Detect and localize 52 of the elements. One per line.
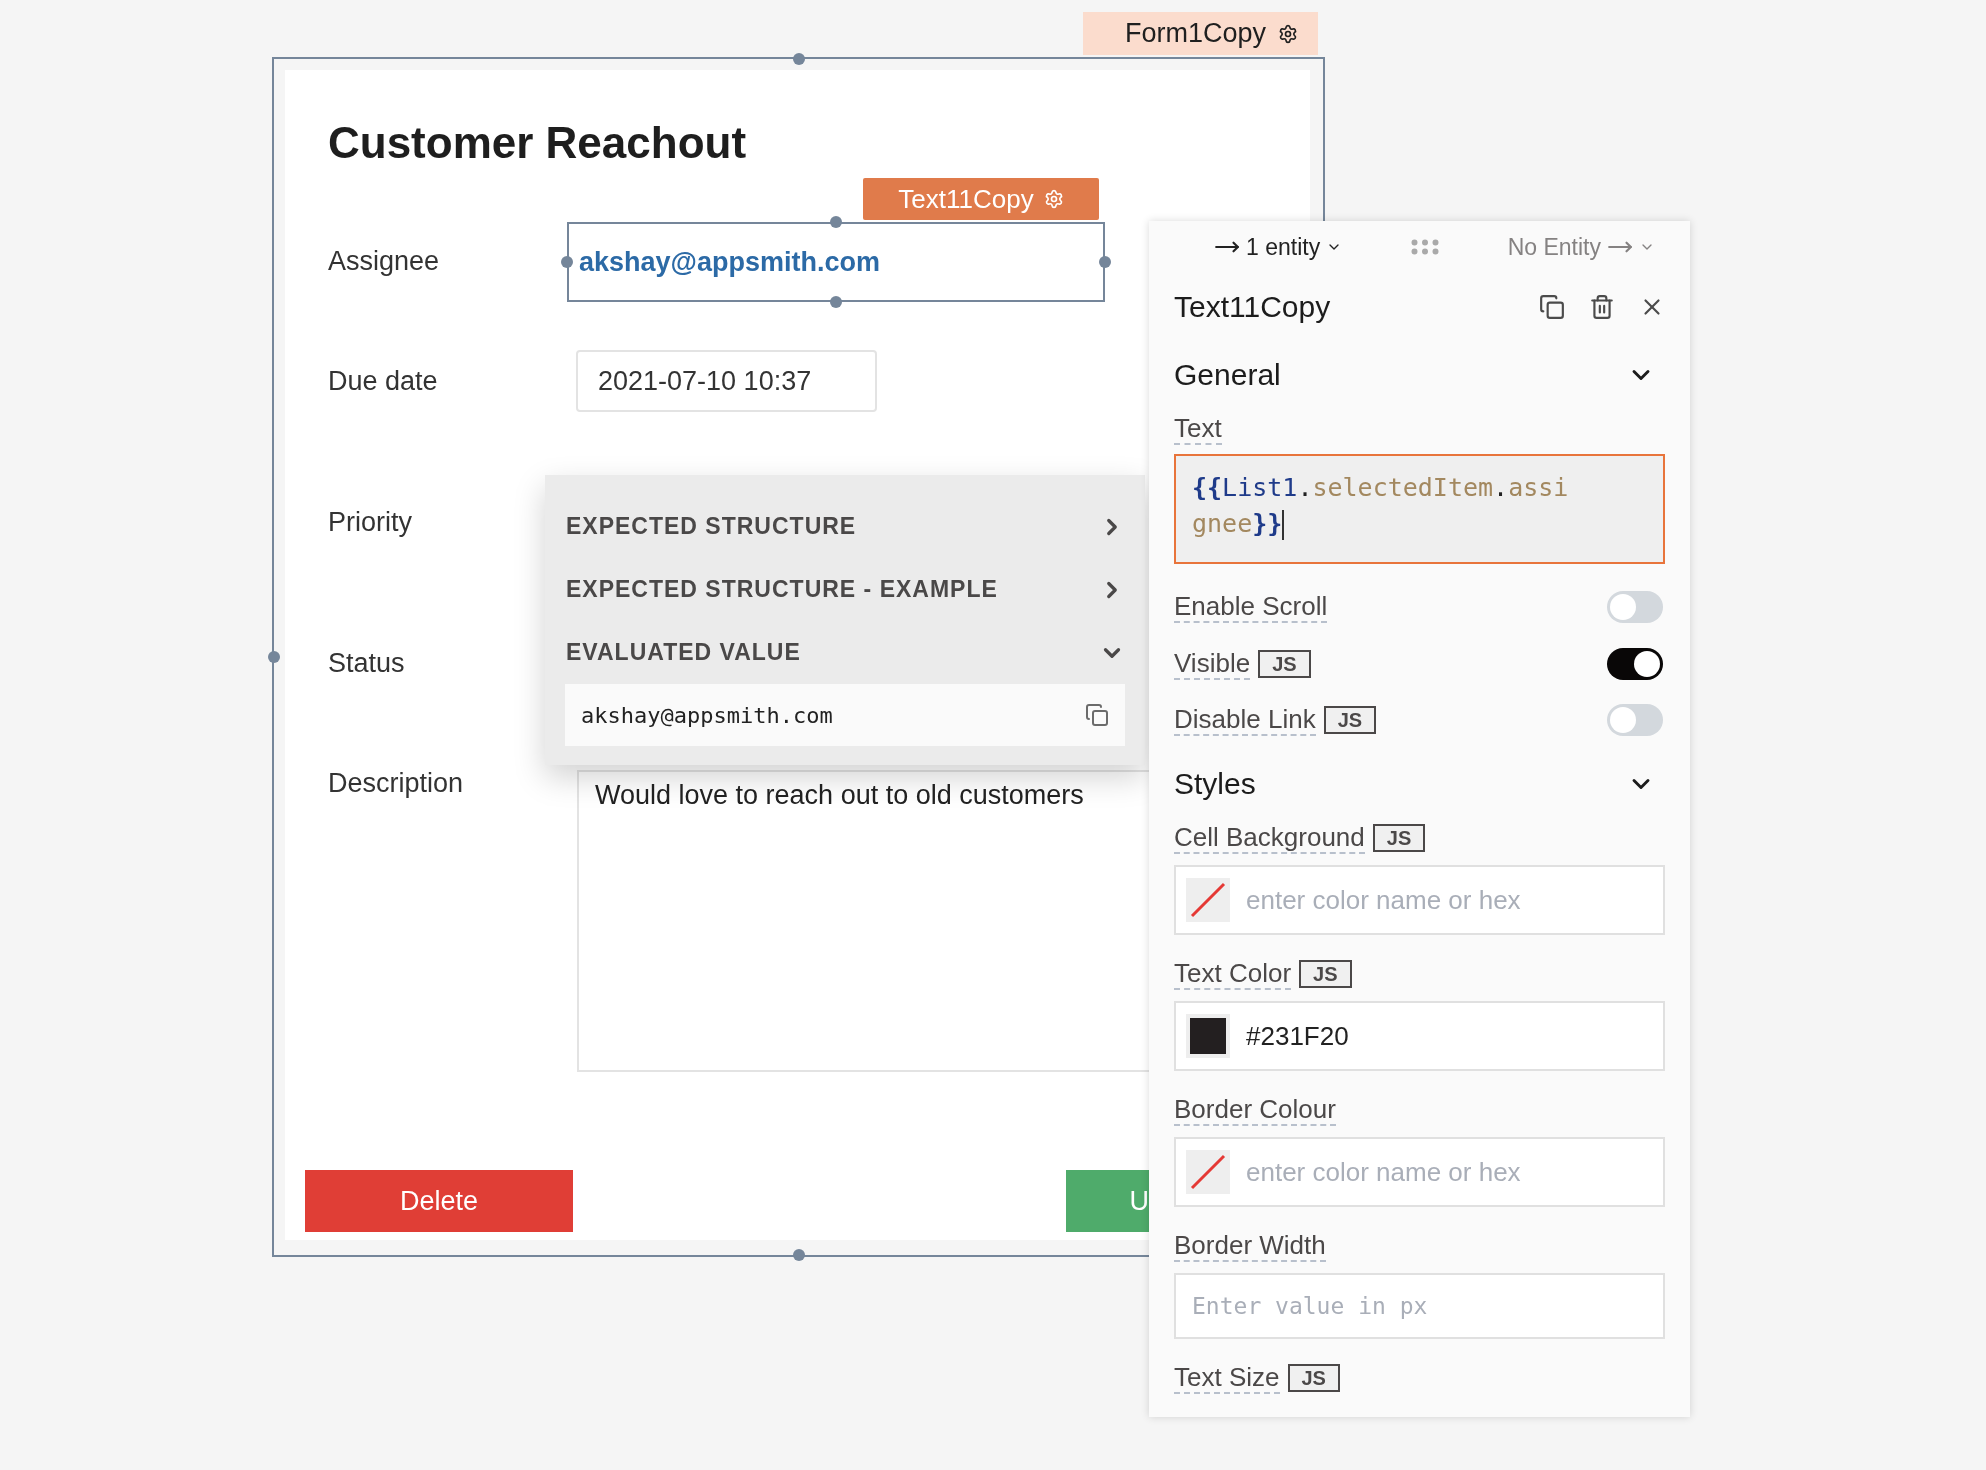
form-title: Customer Reachout: [328, 118, 748, 168]
toggle-switch[interactable]: [1607, 590, 1663, 623]
field-label: Priority: [327, 506, 413, 539]
resize-handle[interactable]: [792, 53, 805, 65]
widget-name[interactable]: Text11Copy: [1174, 289, 1331, 324]
toggle-switch[interactable]: [1607, 704, 1663, 737]
property-label: Cell Background: [1174, 822, 1365, 854]
section-header[interactable]: General: [1174, 340, 1665, 411]
resize-handle[interactable]: [1099, 256, 1111, 268]
copy-icon[interactable]: [1085, 703, 1109, 727]
empty-color-swatch[interactable]: [1186, 878, 1230, 922]
resize-handle[interactable]: [830, 296, 842, 308]
field-label: Assignee: [327, 245, 441, 278]
property-label: Text Size: [1174, 1362, 1280, 1394]
resize-handle[interactable]: [268, 651, 280, 663]
js-toggle[interactable]: JS: [1323, 706, 1377, 735]
js-toggle[interactable]: JS: [1299, 960, 1352, 988]
text-widget[interactable]: akshay@appsmith.com: [567, 222, 1105, 302]
settings-icon[interactable]: [1278, 23, 1298, 44]
widget-name-tag[interactable]: Form1Copy: [1083, 12, 1318, 55]
property-label: Enable Scroll: [1174, 590, 1328, 623]
copy-icon[interactable]: [1539, 293, 1565, 320]
section-header[interactable]: EVALUATED VALUE: [565, 621, 1125, 684]
resize-handle[interactable]: [561, 256, 573, 268]
js-toggle[interactable]: JS: [1258, 649, 1311, 678]
property-label: Border Colour: [1174, 1094, 1336, 1126]
property-label: Text: [1174, 413, 1222, 446]
section-header[interactable]: Styles: [1174, 748, 1665, 819]
section-header[interactable]: EXPECTED STRUCTURE - EXAMPLE: [565, 558, 1125, 621]
incoming-entity-link[interactable]: 1 entity: [1214, 233, 1343, 261]
code-editor[interactable]: {{List1.selectedItem.assignee}}: [1174, 454, 1665, 565]
property-label: Text Color: [1174, 958, 1292, 990]
color-swatch[interactable]: [1186, 1014, 1230, 1058]
section-header[interactable]: EXPECTED STRUCTURE: [565, 495, 1125, 558]
field-label: Status: [327, 647, 406, 680]
delete-icon[interactable]: [1589, 293, 1615, 320]
evaluated-value: akshay@appsmith.com: [565, 684, 1125, 746]
js-toggle[interactable]: JS: [1372, 824, 1426, 852]
outgoing-entity-link[interactable]: No Entity: [1507, 233, 1655, 261]
empty-color-swatch[interactable]: [1186, 1150, 1230, 1194]
field-label: Due date: [327, 365, 439, 398]
property-label: Visible: [1174, 647, 1251, 680]
field-label: Description: [327, 767, 465, 800]
delete-button[interactable]: Delete: [305, 1170, 573, 1232]
resize-handle[interactable]: [830, 216, 842, 228]
property-label: Disable Link: [1174, 704, 1316, 737]
date-field[interactable]: 2021-07-10 10:37: [576, 350, 877, 412]
color-input[interactable]: #231F20: [1174, 1001, 1665, 1071]
toggle-switch[interactable]: [1607, 647, 1663, 680]
property-label: Border Width: [1174, 1230, 1326, 1262]
js-toggle[interactable]: JS: [1287, 1364, 1340, 1392]
resize-handle[interactable]: [792, 1249, 805, 1261]
